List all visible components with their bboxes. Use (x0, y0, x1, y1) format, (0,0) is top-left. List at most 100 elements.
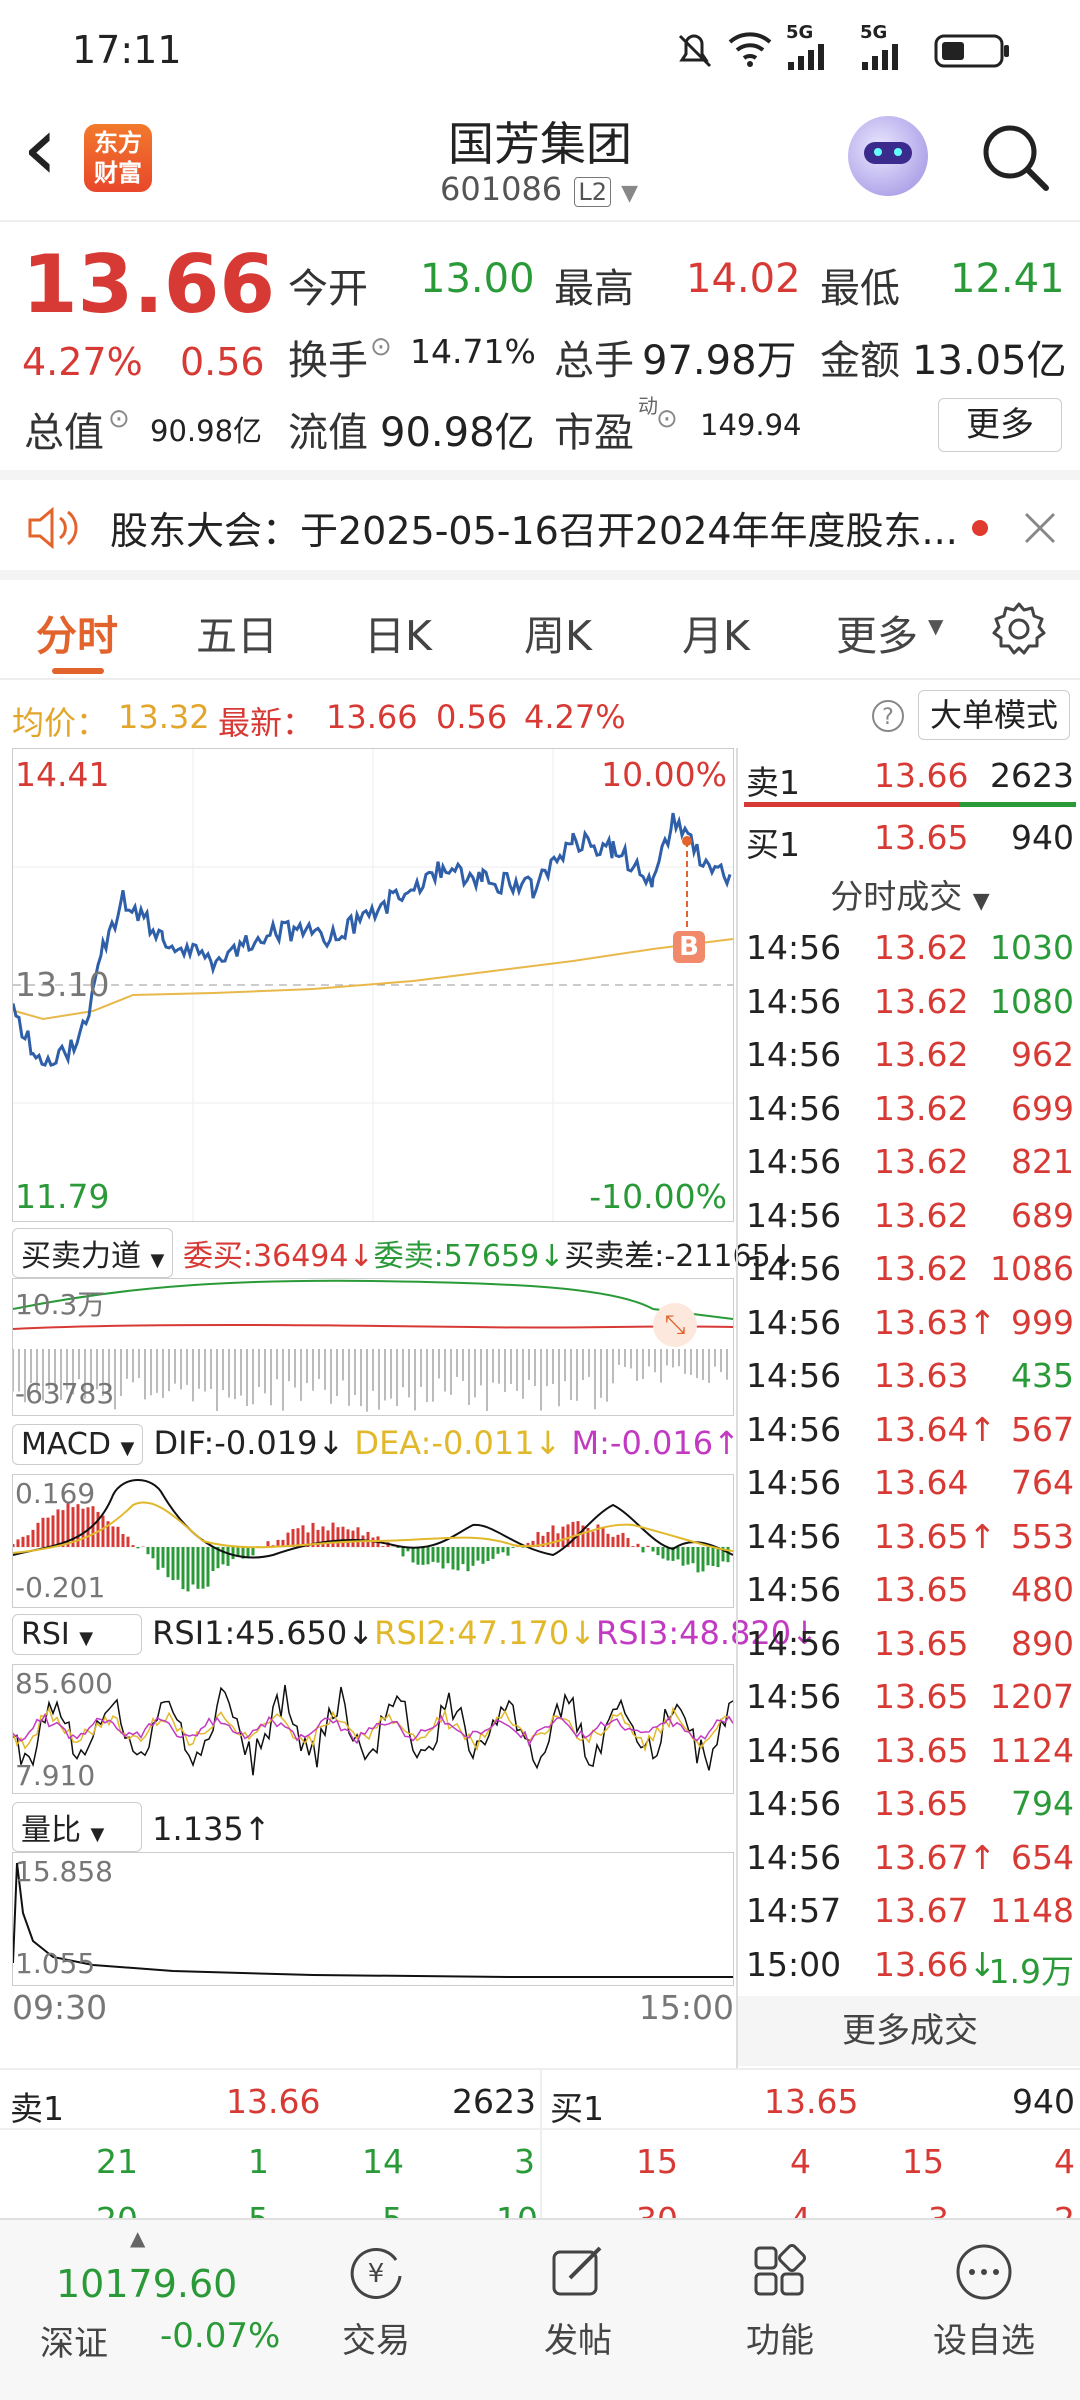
trade-volume: 1030 (990, 928, 1074, 967)
force-chart-svg (12, 1279, 734, 1412)
trade-row: 14:56 13.65 1124 (738, 1723, 1080, 1776)
trade-row: 14:56 13.65↑ 553 (738, 1509, 1080, 1562)
trade-time: 14:56 (746, 1570, 842, 1609)
ask1-price: 13.66 (874, 756, 969, 795)
chevron-up-icon[interactable]: ▲ (130, 2226, 145, 2250)
trade-time: 14:56 (746, 1677, 842, 1716)
force-axis-top: 10.3万 (15, 1288, 106, 1321)
trade-volume: 821 (1011, 1142, 1074, 1181)
nav-trade[interactable]: ¥ 交易 (306, 2240, 446, 2362)
collapse-arrow-icon[interactable]: ⤡ (653, 1303, 697, 1347)
tab-daily-k[interactable]: 日K (364, 602, 432, 662)
ask1-row: 卖1 13.66 2623 (738, 748, 1080, 802)
force-selector[interactable]: 买卖力道 ▼ (12, 1228, 174, 1278)
force-panel[interactable]: 10.3万 -63783 ⤡ (12, 1278, 734, 1416)
trade-price-value: 13.67 (874, 1837, 969, 1877)
index-name[interactable]: 深证 (40, 2316, 108, 2365)
unread-dot (972, 520, 988, 536)
bid-detail-4: 4 (1054, 2142, 1075, 2181)
wifi-icon (728, 32, 772, 67)
trade-volume: 794 (1011, 1784, 1074, 1823)
more-trades-button[interactable]: 更多成交 (738, 1996, 1080, 2066)
y-axis-mid: 13.10 (15, 965, 110, 1004)
tab-more[interactable]: 更多 (836, 602, 918, 662)
trade-time: 14:56 (746, 1195, 842, 1235)
trade-volume: 1086 (990, 1249, 1074, 1288)
trade-row: 14:56 13.64↑ 567 (738, 1402, 1080, 1455)
nav-watchlist[interactable]: 设自选 (914, 2240, 1054, 2362)
trade-icon: ¥ (350, 2247, 402, 2299)
tab-weekly-k[interactable]: 周K (524, 602, 592, 662)
battery-icon (934, 34, 1009, 68)
trade-volume: 1.9万 (988, 1951, 1074, 1991)
search-icon[interactable] (978, 120, 1054, 196)
trade-price: 13.65 (874, 1677, 968, 1716)
tab-monthly-k[interactable]: 月K (682, 602, 750, 662)
announcement-text[interactable]: 股东大会：于2025-05-16召开2024年年度股东... (110, 500, 958, 555)
help-icon[interactable]: ? (870, 698, 906, 734)
rsi-axis-bottom: 7.910 (15, 1759, 96, 1792)
trade-row: 14:56 13.63↑ 999 (738, 1295, 1080, 1348)
open-value: 13.00 (420, 256, 535, 302)
macd-header: MACD ▼ DIF:-0.019↓ DEA:-0.011↓ M:-0.016↑ (12, 1424, 740, 1472)
avg-label: 均价： (12, 704, 109, 742)
trade-price-value: 13.62 (874, 1142, 969, 1181)
trade-price: 13.62 (874, 928, 968, 967)
rsi-panel[interactable]: 85.600 7.910 (12, 1664, 734, 1794)
trade-volume: 890 (1011, 1623, 1074, 1663)
big-order-mode-button[interactable]: 大单模式 (918, 690, 1070, 740)
price-chart-panel[interactable]: 14.41 10.00% 13.10 11.79 -10.00% B (12, 748, 734, 1222)
trade-time: 14:56 (746, 1356, 842, 1395)
volume-ratio-header: 量比 ▼ 1.135↑ (12, 1802, 734, 1852)
stock-code-row[interactable]: 601086 L2 ▼ (440, 170, 640, 208)
trade-time: 14:56 (746, 1249, 842, 1288)
trade-volume: 962 (1011, 1035, 1074, 1074)
trades-title[interactable]: 分时成交 ▼ (738, 870, 1080, 918)
signal-icon-2 (862, 44, 898, 70)
close-icon[interactable] (1020, 508, 1060, 548)
announcement-bar[interactable]: 股东大会：于2025-05-16召开2024年年度股东... (0, 470, 1080, 580)
trade-direction-arrow: ↑ (968, 1837, 997, 1877)
chevron-down-icon: ▼ (972, 889, 990, 914)
change-percent: 4.27% (524, 698, 626, 736)
volume-ratio-panel[interactable]: 15.858 1.055 (12, 1852, 734, 1986)
trade-price: 13.62 (874, 1249, 968, 1288)
volume-ratio-selector[interactable]: 量比 ▼ (12, 1802, 142, 1852)
trade-price-value: 13.62 (874, 1195, 969, 1235)
tab-five-day[interactable]: 五日 (196, 602, 278, 662)
macd-panel[interactable]: 0.169 -0.201 (11, 1474, 734, 1608)
info-icon[interactable]: ⊙ (370, 332, 392, 362)
more-button[interactable]: 更多 (938, 398, 1062, 452)
trade-row: 14:56 13.65 794 (738, 1776, 1080, 1829)
info-icon[interactable]: ⊙ (656, 404, 678, 434)
market-cap-label: 总值 (24, 410, 104, 456)
ask-detail-1: 21 (96, 2142, 138, 2181)
trade-volume: 435 (1011, 1356, 1074, 1395)
tab-intraday[interactable]: 分时 (36, 602, 118, 662)
buy-marker[interactable]: B (673, 931, 705, 963)
info-icon[interactable]: ⊙ (108, 404, 130, 434)
trade-time: 15:00 (746, 1944, 842, 1984)
gear-icon[interactable] (990, 600, 1048, 658)
grid-icon (754, 2244, 806, 2296)
trade-time: 14:56 (746, 1516, 842, 1556)
macd-selector[interactable]: MACD ▼ (12, 1424, 144, 1465)
rsi-selector[interactable]: RSI ▼ (12, 1614, 142, 1655)
order-book: 卖1 13.66 2623 买1 13.65 940 21 1 14 3 15 … (0, 2068, 1080, 2239)
index-value[interactable]: 10179.60 (56, 2262, 237, 2306)
high-label: 最高 (554, 266, 634, 312)
trade-volume: 764 (1011, 1463, 1074, 1502)
nav-features[interactable]: 功能 (710, 2240, 850, 2362)
macd-axis-top: 0.169 (15, 1477, 96, 1510)
trade-time: 14:56 (746, 1409, 842, 1449)
nav-post[interactable]: 发帖 (508, 2240, 648, 2362)
trade-price: 13.63↑ (874, 1303, 996, 1342)
last-label: 最新： (218, 704, 315, 742)
robot-assistant-icon[interactable] (848, 116, 928, 196)
index-change[interactable]: -0.07% (160, 2316, 280, 2356)
trade-time: 14:57 (746, 1891, 842, 1930)
trade-price-value: 13.62 (874, 1249, 969, 1288)
chevron-down-icon: ▼ (621, 181, 639, 206)
trade-price: 13.67↑ (874, 1838, 996, 1877)
bottom-toolbar: ▲ 10179.60 深证 -0.07% ¥ 交易 发帖 功能 设自选 (0, 2218, 1080, 2400)
